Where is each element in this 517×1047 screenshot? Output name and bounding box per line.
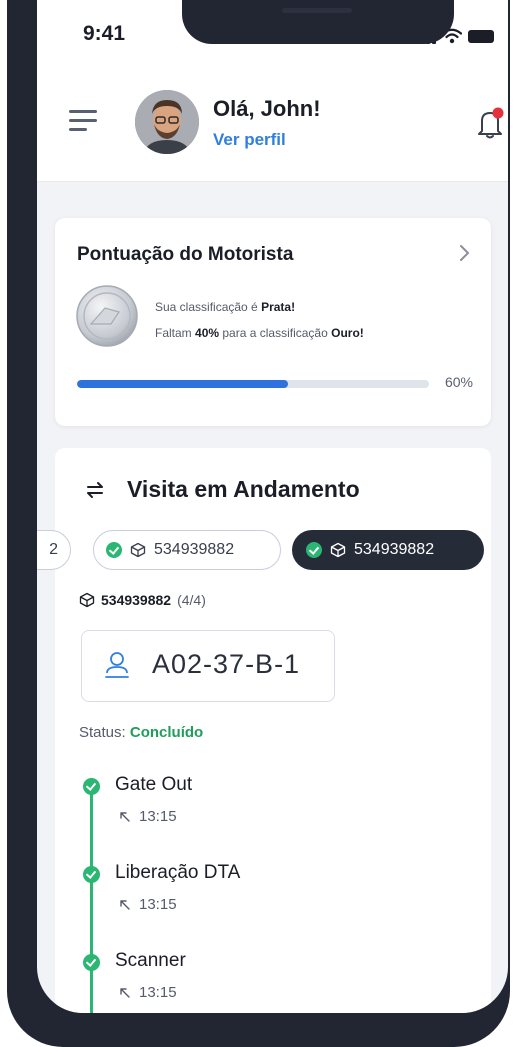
order-number: 534939882 [101, 592, 172, 608]
phone-frame: 9:41 Olá, John! Ver perfil Pontuação do … [7, 0, 510, 1047]
order-chip-partial[interactable]: 2 [37, 530, 71, 570]
view-profile-link[interactable]: Ver perfil [213, 130, 286, 150]
timeline-time: 13:15 [119, 808, 177, 825]
order-summary: 534939882 (4/4) [79, 592, 206, 608]
package-icon [130, 542, 146, 558]
timeline-label: Scanner [115, 950, 186, 971]
timeline-item: Scanner 13:15 [79, 950, 459, 1013]
avatar-image [135, 90, 199, 154]
order-chip-selected[interactable]: 534939882 [292, 530, 484, 570]
timeline-time-value: 13:15 [139, 896, 177, 913]
avatar[interactable] [135, 90, 199, 154]
status-time: 9:41 [83, 22, 126, 45]
timeline-item: Gate Out 13:15 [79, 774, 459, 854]
location-code: A02-37-B-1 [152, 649, 301, 679]
device-notch [182, 0, 454, 44]
status-label: Status: [79, 724, 130, 741]
greeting-text: Olá, John! [213, 96, 321, 121]
swap-icon [87, 482, 103, 498]
package-icon [79, 592, 95, 608]
notification-dot [492, 107, 504, 119]
timeline-time: 13:15 [119, 896, 177, 913]
chevron-right-icon[interactable] [457, 242, 471, 264]
check-icon [306, 542, 322, 558]
timeline-time-value: 13:15 [139, 984, 177, 1001]
score-progress-fill [77, 380, 289, 388]
arrow-up-left-icon [120, 987, 130, 998]
check-icon [83, 866, 100, 883]
visit-status: Status: Concluído [79, 724, 203, 741]
rank-next-text: Faltam 40% para a classificação Ouro! [155, 326, 364, 340]
battery-icon [468, 30, 494, 43]
arrow-up-left-icon [120, 899, 130, 910]
silver-medal-icon [76, 285, 138, 347]
phone-screen: 9:41 Olá, John! Ver perfil Pontuação do … [37, 0, 508, 1013]
visit-in-progress-card: Visita em Andamento 2 534939882 53493988… [37, 448, 491, 1013]
score-title: Pontuação do Motorista [77, 244, 294, 265]
package-icon [330, 542, 346, 558]
order-count: (4/4) [177, 592, 206, 608]
check-icon [106, 542, 122, 558]
check-icon [83, 954, 100, 971]
timeline-time-value: 13:15 [139, 808, 177, 825]
order-chip[interactable]: 534939882 [93, 530, 281, 570]
location-box: A02-37-B-1 [81, 630, 335, 702]
location-person-icon [105, 652, 129, 678]
chip-label: 534939882 [154, 541, 235, 558]
status-value: Concluído [129, 724, 204, 741]
visit-title: Visita em Andamento [127, 476, 360, 502]
driver-score-card[interactable]: Pontuação do Motorista Sua classificação… [55, 218, 491, 426]
chip-label: 2 [49, 541, 58, 558]
rank-current-text: Sua classificação é Prata! [155, 300, 296, 314]
score-progress-bar [77, 380, 429, 388]
arrow-up-left-icon [120, 811, 130, 822]
check-icon [83, 778, 100, 795]
timeline-label: Liberação DTA [115, 862, 241, 883]
timeline-time: 13:15 [119, 984, 177, 1001]
menu-icon[interactable] [69, 110, 97, 132]
bell-icon[interactable] [475, 106, 505, 140]
order-chips: 2 534939882 534939882 [37, 530, 491, 574]
app-header: Olá, John! Ver perfil [37, 66, 508, 182]
timeline-item: Liberação DTA 13:15 [79, 862, 459, 942]
notch-speaker [282, 8, 352, 13]
chip-label: 534939882 [354, 541, 435, 558]
visit-timeline: Gate Out 13:15 Liberação DTA 13:15 Scann… [79, 774, 479, 1013]
score-progress-label: 60% [444, 374, 473, 390]
timeline-label: Gate Out [115, 774, 193, 795]
